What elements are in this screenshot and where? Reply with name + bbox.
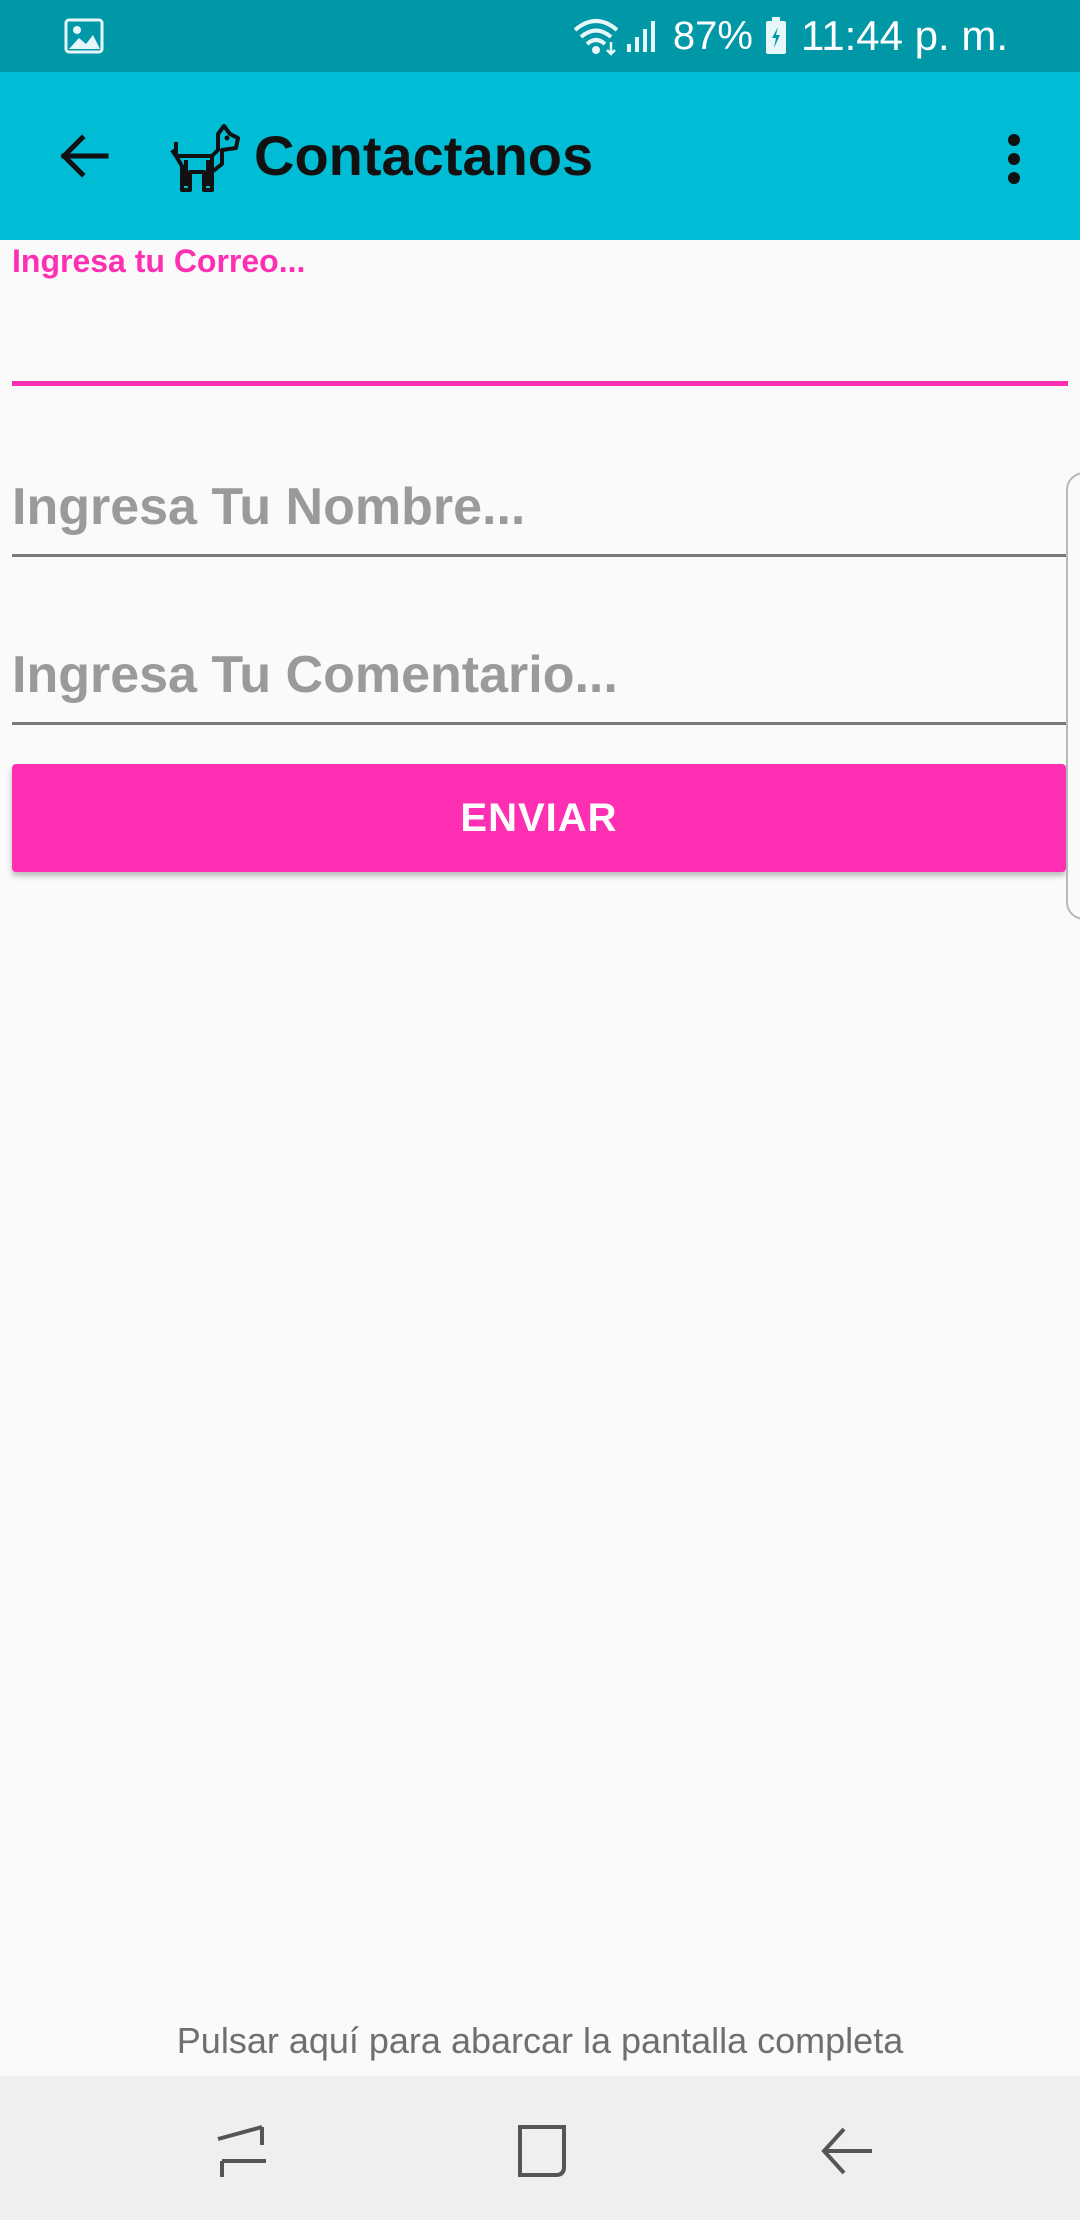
name-field-underline — [12, 554, 1066, 557]
fullscreen-hint[interactable]: Pulsar aquí para abarcar la pantalla com… — [0, 2020, 1080, 2062]
name-field[interactable]: Ingresa Tu Nombre... — [12, 472, 1066, 557]
back-icon — [821, 2127, 872, 2175]
battery-percentage: 87% — [672, 13, 753, 58]
email-field-wrapper — [12, 286, 1072, 386]
clock: 11:44 p. m. — [800, 12, 1008, 59]
home-icon — [518, 2125, 566, 2177]
nav-back-button[interactable] — [796, 2106, 896, 2196]
email-field-label: Ingresa tu Correo... — [12, 243, 306, 279]
navigation-bar — [0, 2076, 1080, 2220]
wifi-icon — [573, 19, 619, 56]
signal-icon — [626, 21, 655, 52]
image-icon — [64, 18, 104, 54]
overflow-menu-icon — [1008, 134, 1020, 146]
name-field-placeholder: Ingresa Tu Nombre... — [12, 478, 526, 536]
status-icons: 87% 11:44 p. m. — [571, 0, 1080, 72]
arrow-back-icon — [60, 134, 109, 178]
home-button[interactable] — [492, 2106, 592, 2196]
comment-field-placeholder: Ingresa Tu Comentario... — [12, 646, 618, 704]
battery-charging-icon — [765, 17, 786, 54]
dog-icon — [170, 124, 240, 192]
page-title: Contactanos — [254, 124, 594, 187]
comment-field-underline — [12, 722, 1066, 725]
edge-panel-handle[interactable] — [1066, 472, 1080, 920]
email-field[interactable] — [12, 286, 1072, 384]
overflow-menu-icon-dot — [1008, 172, 1020, 184]
app-bar: Contactanos — [0, 72, 1080, 240]
email-field-underline — [12, 381, 1068, 386]
overflow-menu-icon-dot — [1008, 153, 1020, 165]
send-button[interactable]: ENVIAR — [12, 764, 1066, 872]
back-button[interactable] — [44, 116, 124, 196]
status-bar: 87% 11:44 p. m. — [0, 0, 1080, 72]
recents-icon — [217, 2125, 266, 2177]
comment-field[interactable]: Ingresa Tu Comentario... — [12, 640, 1066, 725]
recents-button[interactable] — [192, 2106, 292, 2196]
overflow-menu-button[interactable] — [990, 124, 1038, 194]
